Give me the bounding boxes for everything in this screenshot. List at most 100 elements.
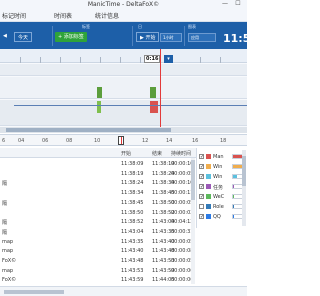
row-start: 11:43:04 — [121, 228, 144, 235]
table-row[interactable]: 11:38:50 11:38:52 00:00:02 — [0, 208, 196, 217]
legend-share-fill — [233, 215, 234, 218]
legend-item[interactable]: ✓ Win — [199, 172, 247, 182]
ruler-label: 12 — [142, 138, 149, 144]
group-label-tags: 标签 — [82, 24, 90, 29]
column-end[interactable]: 结束 — [152, 150, 162, 157]
menu-timeline[interactable]: 时间表 — [54, 11, 72, 20]
ruler-tick — [20, 57, 21, 63]
legend-scrollbar[interactable] — [242, 150, 246, 226]
ruler-tick — [120, 57, 121, 63]
title-bar: ManicTime - DeltaFoX© — ☐ — [0, 0, 247, 8]
toolbar-divider — [184, 26, 185, 46]
scrollbar-thumb[interactable] — [6, 128, 171, 132]
legend-checkbox[interactable]: ✓ — [199, 184, 204, 190]
table-row[interactable]: 11:38:09 11:38:19 00:00:10 — [0, 159, 196, 168]
activity-block[interactable] — [150, 87, 156, 98]
chevron-down-icon[interactable]: ▾ — [164, 55, 173, 63]
nav-back-button[interactable]: ◀ — [3, 33, 7, 39]
toolbar: 标签 日 图表 ◀ 今天 + 添加标签 ▶ 开始 1小时 应用 11:5 — [0, 22, 250, 49]
legend-share-fill — [233, 195, 235, 198]
row-name: 隔 — [2, 200, 8, 207]
window-title: ManicTime - DeltaFoX© — [87, 1, 160, 8]
menu-statistics[interactable]: 统计信息 — [95, 11, 119, 20]
toolbar-divider — [132, 26, 133, 46]
legend-checkbox[interactable]: ✓ — [199, 174, 204, 180]
scrollbar-thumb[interactable] — [191, 160, 195, 200]
row-start: 11:43:48 — [121, 258, 144, 264]
add-tag-button[interactable]: + 添加标签 — [55, 32, 87, 42]
table-scrollbar[interactable] — [191, 158, 195, 284]
row-name: FoX© — [2, 277, 17, 284]
ruler-label: 18 — [220, 138, 227, 144]
legend-checkbox[interactable]: ✓ — [199, 194, 204, 200]
legend-item[interactable]: Role — [199, 202, 247, 212]
table-row[interactable]: map 11:43:35 11:43:40 00:00:05 — [0, 237, 196, 246]
maximize-button[interactable]: ☐ — [233, 0, 243, 8]
ruler-tick — [40, 57, 41, 63]
legend-checkbox[interactable]: ✓ — [199, 154, 204, 160]
legend-swatch — [206, 214, 211, 219]
column-duration[interactable]: 持续时间 — [171, 150, 191, 157]
ruler-label: 14 — [166, 138, 173, 144]
app-legend: ✓ Man ✓ Win ✓ Win ✓ 任务 ✓ WeC Role ✓ QQ — [196, 148, 247, 228]
scrollbar-thumb[interactable] — [242, 156, 246, 186]
legend-name: QQ — [213, 214, 221, 220]
table-row[interactable]: map 11:43:40 11:43:48 00:00:08 — [0, 246, 196, 255]
table-row[interactable]: 11:38:34 11:38:45 00:00:11 — [0, 188, 196, 197]
add-tag-label: 添加标签 — [63, 34, 84, 40]
table-row[interactable]: 隔 11:38:45 11:38:50 00:00:05 — [0, 198, 196, 207]
table-row[interactable]: map 11:43:53 11:43:59 00:00:06 — [0, 266, 196, 275]
ruler-tick — [100, 57, 101, 63]
play-button[interactable]: ▶ 开始 — [136, 32, 160, 42]
menu-tag-time[interactable]: 标记时间 — [2, 11, 26, 20]
legend-checkbox[interactable] — [199, 204, 204, 209]
table-row[interactable]: FoX© 11:43:59 11:44:05 00:00:06 — [0, 275, 196, 284]
row-start: 11:38:09 — [121, 161, 144, 167]
timeline-band-tags — [0, 64, 247, 76]
ruler-label: 08 — [66, 138, 73, 144]
legend-item[interactable]: ✓ QQ — [199, 212, 247, 222]
legend-name: Man — [213, 154, 224, 160]
column-start[interactable]: 开始 — [121, 150, 131, 157]
toolbar-divider — [52, 26, 53, 46]
ruler-tick — [60, 57, 61, 63]
bottom-scrollbar[interactable] — [0, 286, 247, 296]
legend-swatch — [206, 154, 211, 159]
overview-position-marker[interactable] — [118, 136, 124, 145]
chart-select[interactable]: 应用 — [188, 33, 216, 42]
row-start: 11:38:19 — [121, 170, 144, 177]
row-start: 11:38:50 — [121, 209, 144, 216]
legend-item[interactable]: ✓ 任务 — [199, 182, 247, 192]
activity-block[interactable] — [97, 87, 102, 98]
table-row[interactable]: 隔 11:43:04 11:43:35 00:00:31 — [0, 227, 196, 236]
legend-share-fill — [233, 185, 235, 188]
timeline-panel[interactable]: 0:16 ▾ — [0, 49, 247, 133]
legend-share-fill — [233, 175, 237, 178]
minimize-button[interactable]: — — [220, 0, 230, 8]
table-row[interactable]: 隔 11:38:52 11:43:04 00:04:12 — [0, 217, 196, 226]
legend-item[interactable]: ✓ WeC — [199, 192, 247, 202]
table-row[interactable]: 隔 11:38:24 11:38:34 00:00:10 — [0, 178, 196, 187]
zoom-select[interactable]: 1小时 — [160, 33, 182, 42]
table-row[interactable]: 11:38:19 11:38:24 00:00:05 — [0, 169, 196, 178]
table-row[interactable]: FoX© 11:43:48 11:43:53 00:00:05 — [0, 256, 196, 265]
scrollbar-thumb[interactable] — [4, 290, 64, 294]
cursor-time-label: 0:16 — [144, 55, 161, 63]
row-name: 隔 — [2, 181, 8, 188]
app-block[interactable] — [150, 101, 158, 113]
group-label-day: 日 — [138, 24, 142, 29]
app-block[interactable] — [97, 101, 101, 113]
ruler-label: 6 — [2, 138, 6, 144]
legend-item[interactable]: ✓ Win — [199, 162, 247, 172]
timeline-band-apps — [0, 100, 247, 126]
today-button[interactable]: 今天 — [14, 32, 33, 42]
legend-checkbox[interactable]: ✓ — [199, 164, 204, 170]
row-start: 11:43:59 — [121, 277, 144, 284]
timeline-scrollbar[interactable] — [0, 127, 247, 133]
legend-checkbox[interactable]: ✓ — [199, 214, 204, 220]
legend-item[interactable]: ✓ Man — [199, 152, 247, 162]
row-start: 11:43:53 — [121, 267, 144, 274]
overview-ruler[interactable]: 6 04 06 08 10 12 14 16 18 — [0, 134, 247, 146]
row-name: map — [2, 267, 14, 274]
legend-name: 任务 — [213, 185, 224, 191]
